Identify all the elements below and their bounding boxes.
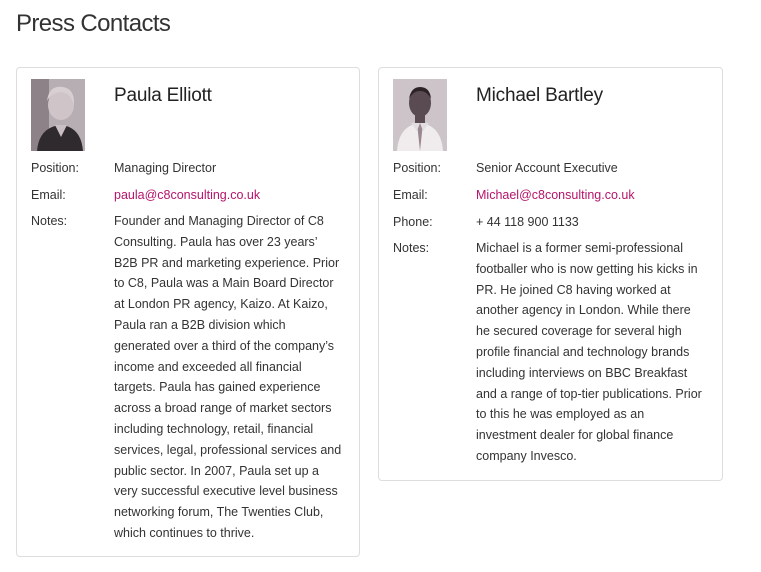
email-label: Email: <box>31 188 66 202</box>
email-value-wrapper: Michael@c8consulting.co.uk <box>476 185 716 206</box>
notes-line: and a range of top-tier publications. Pr… <box>476 386 702 401</box>
press-contacts-page: Press Contacts Paula Elliott Position: M… <box>0 0 761 572</box>
notes-line: profile financial and technology brands <box>476 344 690 359</box>
notes-line: Consulting. Paula has over 23 years’ <box>114 234 318 249</box>
notes-line: to C8, Paula was a Main Board Director <box>114 276 334 291</box>
notes-line: across a broad range of market sectors <box>114 401 332 416</box>
notes-line: at London PR agency, Kaizo. At Kaizo, <box>114 297 328 312</box>
page-title: Press Contacts <box>16 10 171 37</box>
notes-text: Founder and Managing Director of C8 Cons… <box>114 211 354 544</box>
person-photo-icon <box>393 79 447 151</box>
notes-line: including interviews on BBC Breakfast <box>476 365 688 380</box>
notes-line: which continues to thrive. <box>114 525 255 540</box>
contact-card-michael-bartley: Michael Bartley Position: Senior Account… <box>378 67 723 481</box>
notes-line: generated over a third of the company’s <box>114 338 335 353</box>
notes-line: PR. He joined C8 having worked at <box>476 282 671 297</box>
notes-line: targets. Paula has gained experience <box>114 380 321 395</box>
notes-line: B2B PR and marketing experience. Prior <box>114 255 340 270</box>
notes-line: services, legal, professional services a… <box>114 442 342 457</box>
notes-label: Notes: <box>393 241 430 255</box>
notes-line: Michael is a former semi-professional <box>476 241 684 255</box>
person-photo-icon <box>31 79 85 151</box>
email-link[interactable]: paula@c8consulting.co.uk <box>114 188 260 202</box>
notes-line: investment dealer for global finance <box>476 428 674 443</box>
contact-name: Paula Elliott <box>114 85 212 106</box>
notes-line: income and exceeded all financial <box>114 359 302 374</box>
email-link[interactable]: Michael@c8consulting.co.uk <box>476 188 635 202</box>
notes-line: company Invesco. <box>476 448 577 463</box>
contact-name: Michael Bartley <box>476 85 603 106</box>
notes-line: including technology, retail, financial <box>114 421 314 436</box>
position-label: Position: <box>31 161 79 175</box>
notes-line: public sector. In 2007, Paula set up a <box>114 463 319 478</box>
notes-line: he secured coverage for several high <box>476 324 682 339</box>
email-label: Email: <box>393 188 428 202</box>
notes-line: footballer who is now getting his kicks … <box>476 261 698 276</box>
notes-line: another agency in London. While there <box>476 303 691 318</box>
position-label: Position: <box>393 161 441 175</box>
contact-card-paula-elliott: Paula Elliott Position: Managing Directo… <box>16 67 360 557</box>
notes-label: Notes: <box>31 214 68 228</box>
position-value: Senior Account Executive <box>476 161 618 175</box>
notes-line: to this he was employed as an <box>476 407 645 422</box>
notes-line: Founder and Managing Director of C8 <box>114 214 324 228</box>
notes-text: Michael is a former semi-professional fo… <box>476 238 716 467</box>
position-value: Managing Director <box>114 161 217 175</box>
notes-line: Paula ran a B2B division which <box>114 317 286 332</box>
phone-label: Phone: <box>393 215 433 229</box>
notes-line: very successful executive level business <box>114 484 338 499</box>
phone-value: + 44 118 900 1133 <box>476 215 579 229</box>
notes-line: networking forum, The Twenties Club, <box>114 505 324 520</box>
email-value-wrapper: paula@c8consulting.co.uk <box>114 185 354 206</box>
